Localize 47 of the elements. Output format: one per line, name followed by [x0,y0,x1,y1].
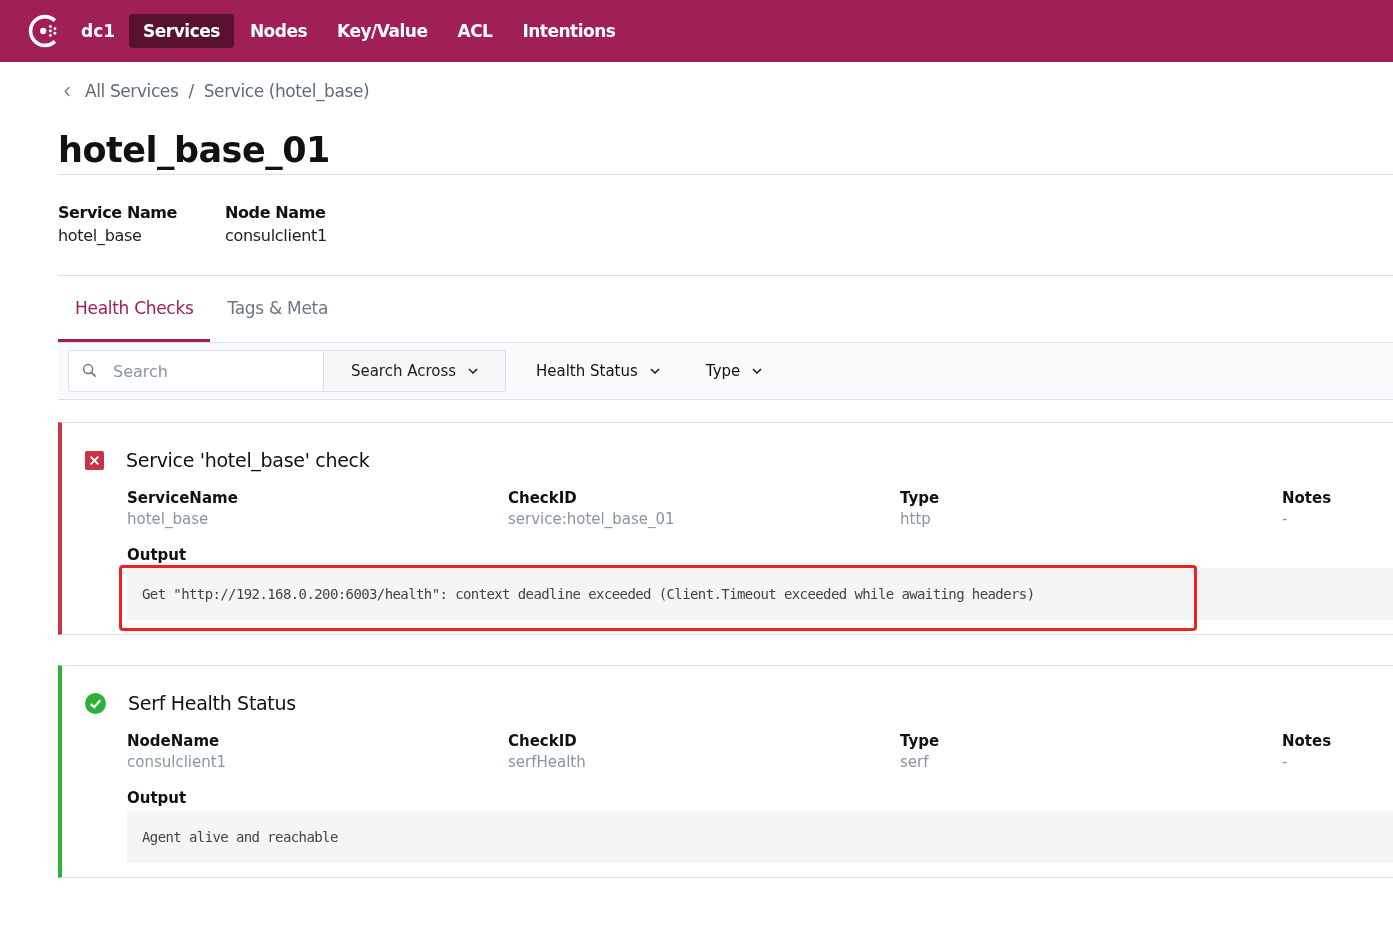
search-field[interactable]: Search [68,350,323,392]
field-value: serfHealth [508,753,587,771]
field-value: serf [900,753,930,771]
field-label: Notes [1282,489,1333,507]
output-text: Get "http://192.168.0.200:6003/health": context deadline exceeded (Client.Timeout exceeded while awaiting headers) [127,568,1393,620]
field-value: consulclient1 [127,753,228,771]
passing-status-icon [85,692,106,714]
field-label: Type [900,732,941,750]
search-across-dropdown[interactable]: Search Across [323,350,506,392]
detail-label: Service Name [58,203,177,222]
output-label: Output [127,546,188,564]
caret-icon [752,368,763,374]
check-title: Serf Health Status [128,692,296,714]
field-value: http [900,510,932,528]
nav-link[interactable]: Nodes [235,14,322,48]
field-label: ServiceName [127,489,239,507]
field-label: Notes [1282,732,1333,750]
nav-link[interactable]: Intentions [508,14,630,48]
check-title: Service 'hotel_base' check [126,449,370,471]
caret-icon [649,368,660,374]
nav-link[interactable]: ACL [443,14,507,48]
output-text: Agent alive and reachable [127,811,1393,863]
field-label: NodeName [127,732,221,750]
detail-label: Node Name [225,203,327,222]
page-title: hotel_base_01 [58,130,331,170]
output-label: Output [127,789,188,807]
detail-value: hotel_base [58,226,143,245]
caret-icon [468,368,479,374]
filter-dropdown[interactable]: Health Status [506,362,660,380]
breadcrumb-separator: / [188,81,194,101]
field-value: service:hotel_base_01 [508,510,676,528]
back-chevron-icon [64,85,71,97]
filter-dropdown[interactable]: Type [675,362,763,380]
datacenter-label[interactable]: dc1 [81,21,116,41]
field-label: Type [900,489,941,507]
breadcrumb-link[interactable]: All Services [85,81,179,101]
nav-link[interactable]: Key/Value [323,14,442,48]
field-value: hotel_base [127,510,210,528]
tab[interactable]: Tags & Meta [210,276,346,342]
detail-value: consulclient1 [225,226,327,245]
critical-status-icon [85,450,104,470]
field-value: - [1282,753,1289,771]
field-label: CheckID [508,732,578,750]
breadcrumb-link[interactable]: Service (hotel_base) [203,81,370,101]
field-label: CheckID [508,489,578,507]
nav-link[interactable]: Services [129,14,234,48]
field-value: - [1282,510,1289,528]
